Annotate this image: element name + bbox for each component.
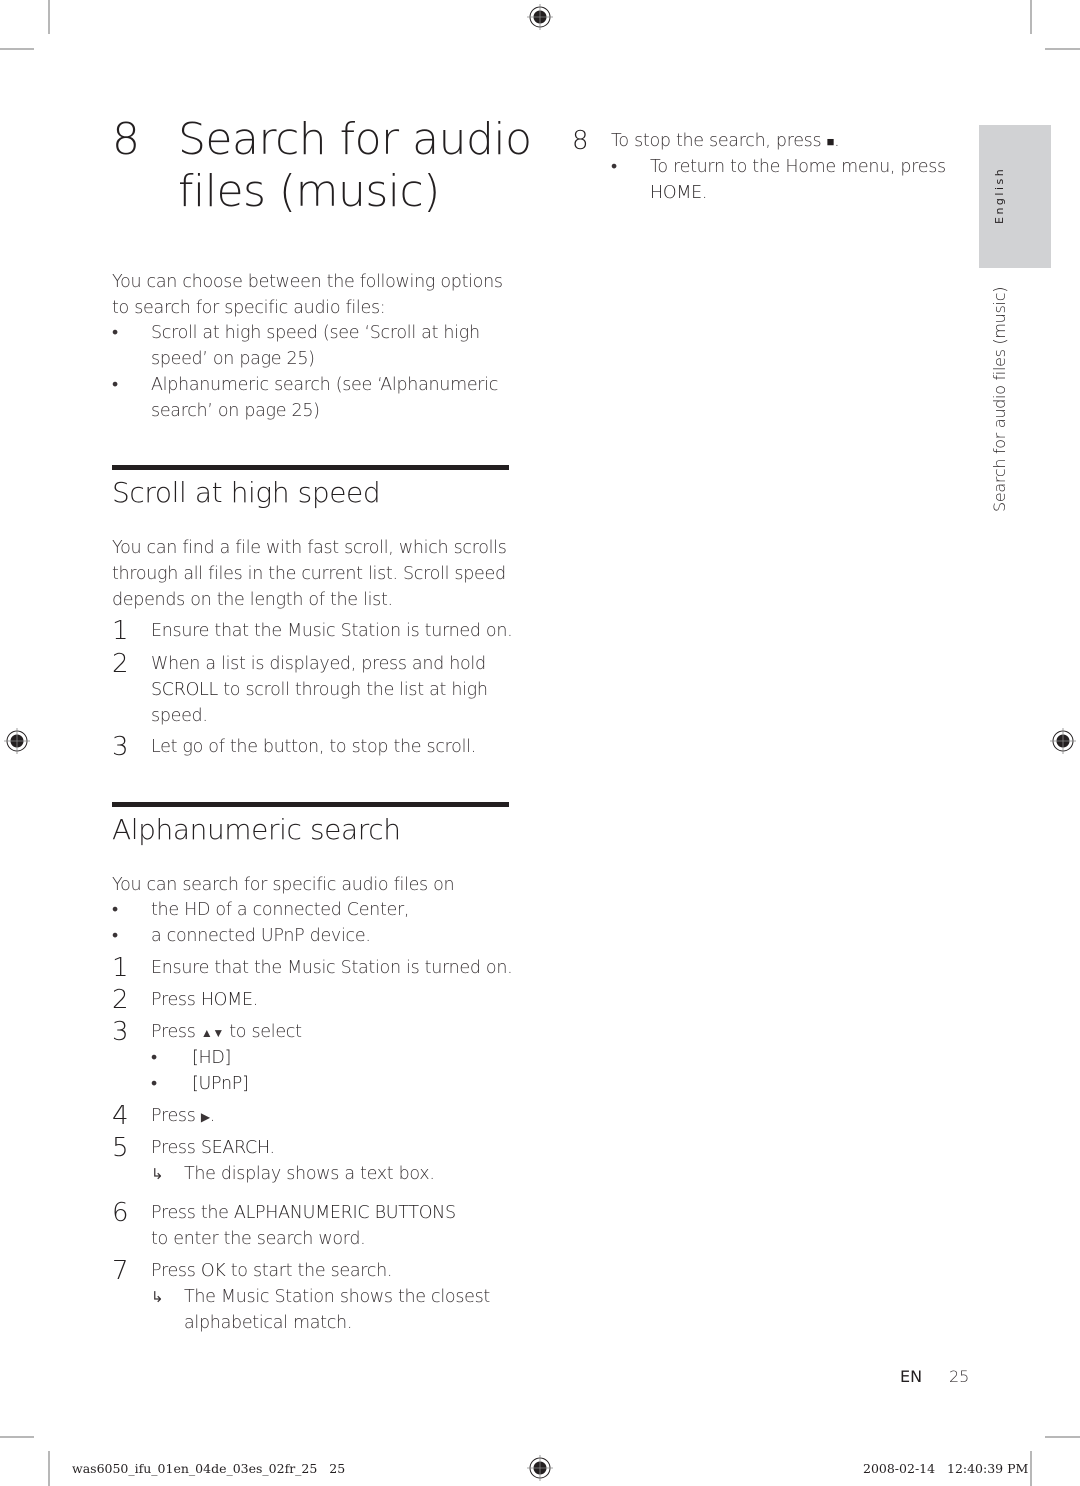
key-home: HOME bbox=[650, 182, 702, 203]
scroll-paragraph: You can find a file with fast scroll, wh… bbox=[112, 538, 507, 610]
chapter-title-text: Search for audio files (music) bbox=[178, 114, 532, 217]
registration-mark-left-icon bbox=[4, 728, 30, 754]
crop-mark-top-left-h bbox=[0, 48, 34, 50]
side-chapter-label: Search for audio files (music) bbox=[990, 286, 1009, 512]
result-arrow-icon: ↳ bbox=[151, 1288, 164, 1306]
heading-scroll-at-high-speed: Scroll at high speed bbox=[112, 476, 381, 509]
result-arrow-icon: ↳ bbox=[151, 1165, 164, 1183]
link-alphanumeric-search[interactable]: Alphanumeric search (see ‘Alphanumeric s… bbox=[151, 373, 511, 425]
registration-mark-top-icon bbox=[527, 4, 553, 30]
intro-paragraph: You can choose between the following opt… bbox=[112, 272, 503, 318]
key-scroll: SCROLL bbox=[151, 679, 218, 700]
language-tab-label: English bbox=[993, 166, 1006, 224]
crop-mark-bottom-left-h bbox=[0, 1436, 34, 1438]
alpha-intro: You can search for specific audio files … bbox=[112, 875, 455, 895]
registration-mark-right-icon bbox=[1050, 728, 1076, 754]
crop-mark-bottom-right-h bbox=[1045, 1436, 1080, 1438]
section-rule bbox=[112, 802, 509, 807]
key-search: SEARCH bbox=[200, 1138, 270, 1158]
page-number: 25 bbox=[949, 1367, 970, 1386]
play-right-arrow-icon: ▶ bbox=[200, 1110, 210, 1124]
crop-mark-bottom-right-v bbox=[1030, 1451, 1032, 1486]
stop-square-icon: ■ bbox=[826, 135, 835, 150]
crop-mark-top-left-v bbox=[48, 0, 50, 34]
chapter-number: 8 bbox=[112, 114, 140, 165]
language-tab bbox=[979, 125, 1051, 268]
link-scroll-at-high-speed[interactable]: Scroll at high speed (see ‘Scroll at hig… bbox=[151, 321, 511, 373]
registration-mark-bottom-icon bbox=[527, 1455, 553, 1481]
key-home: HOME bbox=[200, 990, 253, 1010]
section-rule bbox=[112, 465, 509, 470]
print-slug-filename: was6050_ifu_01en_04de_03es_02fr_25 25 bbox=[72, 1461, 346, 1476]
footer-language: EN bbox=[900, 1367, 923, 1386]
crop-mark-bottom-left-v bbox=[48, 1451, 50, 1486]
crop-mark-top-right-v bbox=[1030, 0, 1032, 34]
print-slug-timestamp: 2008-02-14 12:40:39 PM bbox=[863, 1461, 1029, 1476]
key-ok: OK bbox=[200, 1261, 226, 1281]
crop-mark-top-right-h bbox=[1045, 48, 1080, 50]
up-down-arrows-icon: ▲▼ bbox=[200, 1026, 224, 1040]
heading-alphanumeric-search: Alphanumeric search bbox=[112, 813, 401, 846]
key-alphanumeric-buttons: ALPHANUMERIC BUTTONS bbox=[233, 1203, 456, 1223]
